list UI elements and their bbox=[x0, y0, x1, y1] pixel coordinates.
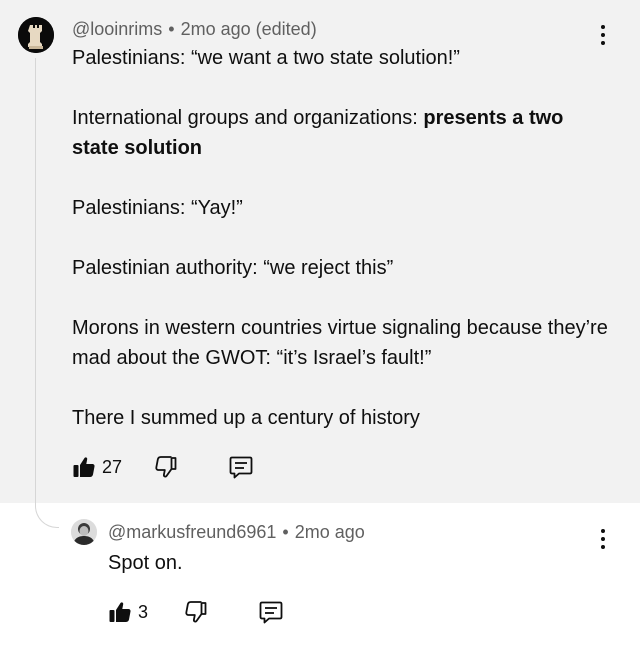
chess-rook-avatar-icon bbox=[18, 17, 54, 53]
comment-paragraph: Palestinian authority: “we reject this” bbox=[72, 257, 394, 279]
meta-separator: • bbox=[168, 19, 175, 39]
comment-meta: @looinrims • 2mo ago (edited) bbox=[72, 18, 317, 40]
thumbs-down-icon bbox=[155, 456, 177, 478]
comment-paragraph: International groups and organizations: … bbox=[72, 103, 612, 163]
reply-like-count: 3 bbox=[138, 601, 149, 622]
comment-body: Palestinians: “we want a two state solut… bbox=[72, 43, 612, 433]
comment-actions: 27 bbox=[72, 452, 254, 482]
reply-button[interactable] bbox=[228, 454, 254, 480]
meta-separator: • bbox=[282, 522, 289, 542]
thumbs-up-icon bbox=[109, 602, 131, 622]
reply-body: Spot on. bbox=[108, 552, 183, 574]
reply-reply-button[interactable] bbox=[258, 599, 284, 625]
reply-actions: 3 bbox=[108, 597, 284, 627]
comments-view: @looinrims • 2mo ago (edited) Palestinians… bbox=[0, 0, 640, 659]
reply-icon bbox=[259, 601, 283, 624]
comment-text: International groups and organizations: bbox=[72, 107, 424, 129]
reply-meta: @markusfreund6961 • 2mo ago bbox=[108, 521, 365, 543]
thumbs-up-icon bbox=[73, 457, 95, 477]
author-avatar[interactable] bbox=[18, 17, 54, 53]
reply-author-avatar[interactable] bbox=[71, 519, 97, 545]
dislike-button[interactable] bbox=[154, 455, 178, 479]
reply-timestamp[interactable]: 2mo ago bbox=[295, 522, 365, 542]
comment-paragraph: Morons in western countries virtue signa… bbox=[72, 317, 608, 369]
comment-paragraph: There I summed up a century of history bbox=[72, 407, 420, 429]
reply-dislike-button[interactable] bbox=[184, 600, 208, 624]
comment-paragraph: Palestinians: “Yay!” bbox=[72, 197, 243, 219]
reply-like-button[interactable]: 3 bbox=[108, 600, 148, 624]
author-name[interactable]: @looinrims bbox=[72, 19, 162, 39]
person-avatar-icon bbox=[71, 519, 97, 545]
reply-author-name[interactable]: @markusfreund6961 bbox=[108, 522, 276, 542]
like-count: 27 bbox=[102, 456, 123, 477]
thread-connector-line bbox=[35, 58, 59, 528]
reply-more-options-icon[interactable] bbox=[598, 529, 608, 553]
reply-icon bbox=[229, 456, 253, 479]
comment-paragraph: Palestinians: “we want a two state solut… bbox=[72, 47, 460, 69]
comment-highlighted: @looinrims • 2mo ago (edited) Palestinians… bbox=[0, 0, 640, 503]
timestamp[interactable]: 2mo ago (edited) bbox=[181, 19, 317, 39]
like-button[interactable]: 27 bbox=[72, 455, 122, 479]
thumbs-down-icon bbox=[185, 601, 207, 623]
